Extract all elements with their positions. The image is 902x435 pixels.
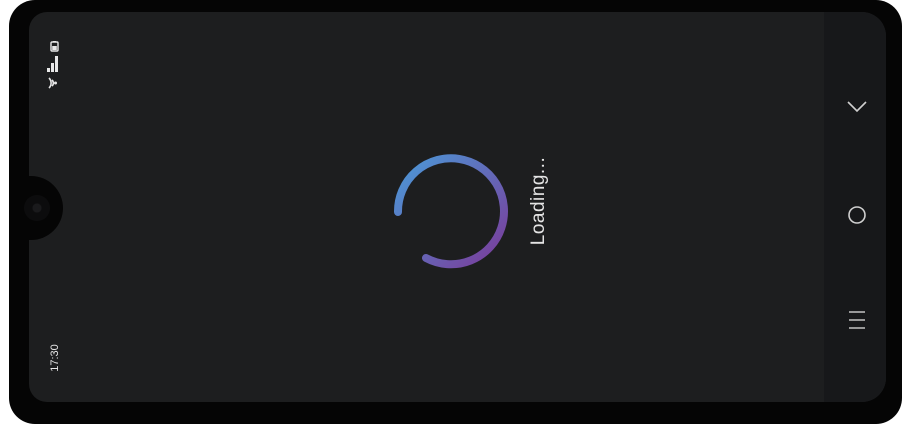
wifi-icon bbox=[48, 77, 57, 89]
status-icons bbox=[47, 41, 59, 89]
menu-lines-icon[interactable] bbox=[846, 309, 868, 331]
front-camera-icon bbox=[24, 195, 50, 221]
circle-home-icon[interactable] bbox=[846, 204, 868, 226]
chevron-down-icon[interactable] bbox=[846, 95, 868, 117]
status-time: 17:30 bbox=[49, 344, 61, 372]
battery-icon bbox=[50, 41, 59, 52]
loading-text: Loading... bbox=[528, 156, 549, 246]
loading-spinner bbox=[393, 154, 508, 269]
signal-icon bbox=[47, 56, 58, 72]
